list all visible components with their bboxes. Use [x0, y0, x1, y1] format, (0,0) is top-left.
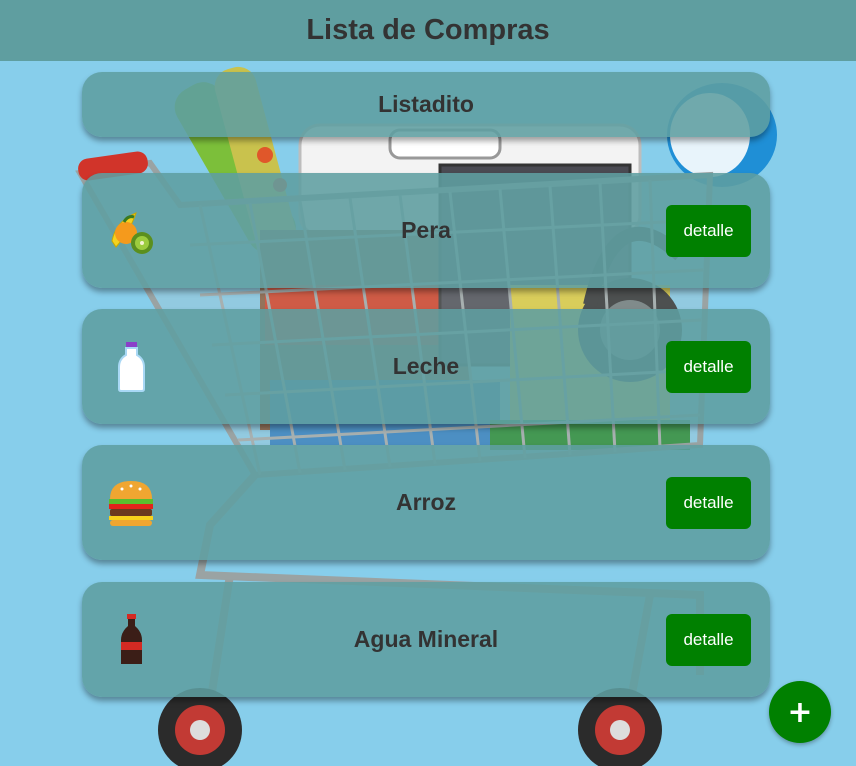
detail-button[interactable]: detalle — [666, 614, 751, 666]
app-header: Lista de Compras — [0, 0, 856, 61]
list-title-card: Listadito — [82, 72, 770, 137]
detail-button[interactable]: detalle — [666, 205, 751, 257]
page-title: Lista de Compras — [306, 14, 550, 46]
list-item: Arroz detalle — [82, 445, 770, 560]
list-item: Leche detalle — [82, 309, 770, 424]
list-item: Pera detalle — [82, 173, 770, 288]
list-title: Listadito — [378, 91, 474, 117]
detail-button[interactable]: detalle — [666, 477, 751, 529]
detail-button[interactable]: detalle — [666, 341, 751, 393]
add-item-button[interactable]: + — [769, 681, 831, 743]
list-item: Agua Mineral detalle — [82, 582, 770, 697]
app-root: Lista de Compras Listadito Pera detalle — [0, 0, 856, 766]
